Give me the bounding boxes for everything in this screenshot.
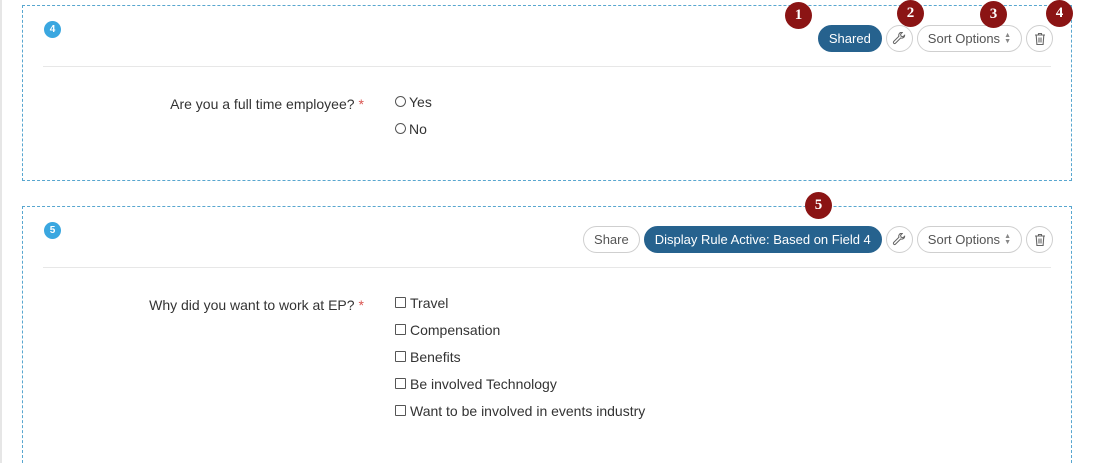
radio-option-yes[interactable]: Yes bbox=[395, 88, 432, 115]
annotation-marker-4: 4 bbox=[1046, 0, 1073, 27]
display-rule-button[interactable]: Display Rule Active: Based on Field 4 bbox=[643, 226, 882, 253]
question-text: Are you a full time employee? bbox=[170, 96, 355, 112]
required-asterisk: * bbox=[358, 297, 364, 313]
field-number-badge: 5 bbox=[44, 222, 61, 239]
option-label: Be involved Technology bbox=[410, 375, 557, 392]
checkbox-group: Travel Compensation Benefits Be involved… bbox=[395, 289, 645, 424]
share-button[interactable]: Share bbox=[583, 226, 640, 253]
sort-arrows-icon: ▲ ▼ bbox=[1004, 232, 1011, 246]
radio-option-no[interactable]: No bbox=[395, 115, 432, 142]
form-field-4[interactable]: 4 Shared Sort Options ▲ ▼ Are you a full … bbox=[22, 5, 1072, 181]
checkbox[interactable] bbox=[395, 405, 406, 416]
field-divider bbox=[43, 267, 1051, 268]
trash-icon bbox=[1034, 32, 1045, 45]
sort-options-button[interactable]: Sort Options ▲ ▼ bbox=[916, 25, 1022, 52]
checkbox[interactable] bbox=[395, 297, 406, 308]
checkbox-option-compensation[interactable]: Compensation bbox=[395, 316, 645, 343]
checkbox[interactable] bbox=[395, 324, 406, 335]
checkbox-option-events[interactable]: Want to be involved in events industry bbox=[395, 397, 645, 424]
radio-button[interactable] bbox=[395, 96, 406, 107]
option-label: Travel bbox=[410, 294, 449, 311]
question-label: Are you a full time employee? * bbox=[170, 96, 364, 112]
field-number-badge: 4 bbox=[44, 21, 61, 38]
field-toolbar: Share Display Rule Active: Based on Fiel… bbox=[583, 226, 1053, 253]
radio-button[interactable] bbox=[395, 123, 406, 134]
option-label: Want to be involved in events industry bbox=[410, 402, 646, 419]
field-divider bbox=[43, 66, 1051, 67]
question-label: Why did you want to work at EP? * bbox=[149, 297, 364, 313]
option-label: Yes bbox=[409, 93, 432, 110]
annotation-marker-5: 5 bbox=[805, 192, 832, 219]
field-toolbar: Shared Sort Options ▲ ▼ bbox=[817, 25, 1053, 52]
delete-button[interactable] bbox=[1026, 226, 1053, 253]
option-label: No bbox=[409, 120, 427, 137]
sort-arrows-icon: ▲ ▼ bbox=[1004, 31, 1011, 45]
shared-button[interactable]: Shared bbox=[817, 25, 882, 52]
checkbox[interactable] bbox=[395, 351, 406, 362]
wrench-icon bbox=[893, 31, 906, 44]
option-label: Compensation bbox=[410, 321, 501, 338]
wrench-icon bbox=[893, 232, 906, 245]
checkbox-option-travel[interactable]: Travel bbox=[395, 289, 645, 316]
annotation-marker-1: 1 bbox=[785, 2, 812, 29]
annotation-marker-2: 2 bbox=[897, 0, 924, 27]
option-label: Benefits bbox=[410, 348, 461, 365]
radio-group: Yes No bbox=[395, 88, 432, 142]
required-asterisk: * bbox=[358, 96, 364, 112]
checkbox-option-benefits[interactable]: Benefits bbox=[395, 343, 645, 370]
form-field-5[interactable]: 5 Share Display Rule Active: Based on Fi… bbox=[22, 206, 1072, 463]
delete-button[interactable] bbox=[1026, 25, 1053, 52]
checkbox[interactable] bbox=[395, 378, 406, 389]
settings-button[interactable] bbox=[885, 25, 913, 52]
settings-button[interactable] bbox=[885, 226, 913, 253]
sort-options-label: Sort Options bbox=[927, 31, 1001, 46]
trash-icon bbox=[1034, 233, 1045, 246]
question-text: Why did you want to work at EP? bbox=[149, 297, 355, 313]
sort-options-button[interactable]: Sort Options ▲ ▼ bbox=[916, 226, 1022, 253]
checkbox-option-technology[interactable]: Be involved Technology bbox=[395, 370, 645, 397]
annotation-marker-3: 3 bbox=[980, 1, 1007, 28]
sort-options-label: Sort Options bbox=[927, 232, 1001, 247]
page-left-rule bbox=[0, 0, 2, 463]
